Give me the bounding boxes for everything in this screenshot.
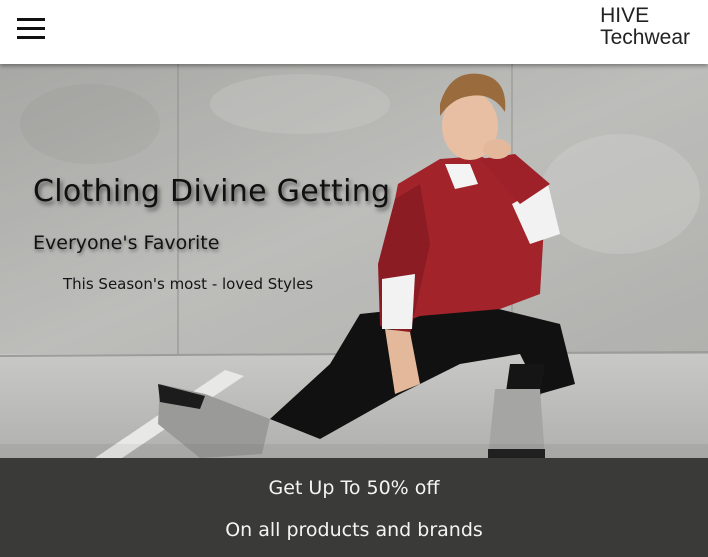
hero-tagline: This Season's most - loved Styles: [63, 275, 314, 293]
menu-bar: [17, 36, 45, 39]
brand-subtitle: Techwear: [600, 26, 690, 49]
hero-text-overlay: Clothing Divine Getting Everyone's Favor…: [0, 64, 708, 458]
promo-scope-text: On all products and brands: [225, 519, 483, 541]
brand-name: HIVE: [600, 4, 650, 27]
site-header: HIVE Techwear: [0, 0, 708, 64]
menu-bar: [17, 18, 45, 21]
hero-headline: Clothing Divine Getting: [33, 174, 391, 209]
promo-banner: Get Up To 50% off On all products and br…: [0, 458, 708, 557]
hero-subheadline: Everyone's Favorite: [33, 232, 220, 254]
brand-logo[interactable]: HIVE Techwear: [600, 5, 690, 49]
hamburger-menu-icon[interactable]: [17, 18, 45, 40]
menu-bar: [17, 27, 45, 30]
hero-banner: Clothing Divine Getting Everyone's Favor…: [0, 64, 708, 458]
promo-discount-text: Get Up To 50% off: [268, 477, 440, 499]
